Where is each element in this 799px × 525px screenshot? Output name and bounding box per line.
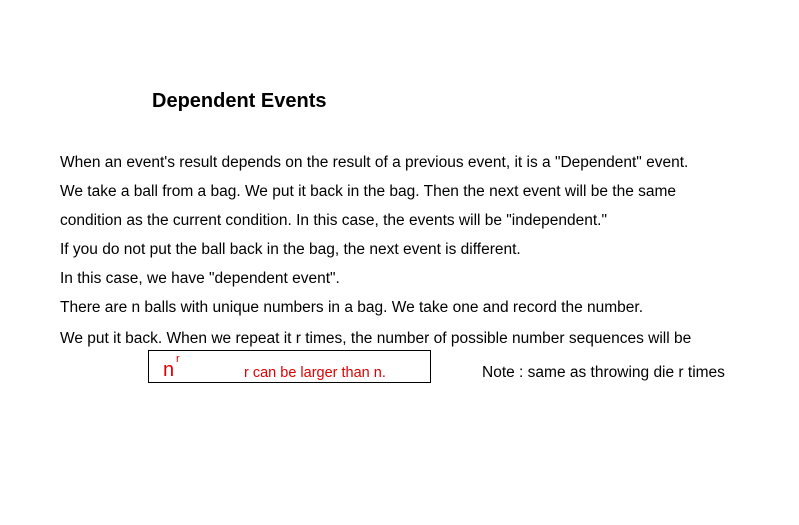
paragraph-line-4: If you do not put the ball back in the b…	[60, 241, 521, 258]
formula-note: r can be larger than n.	[244, 365, 386, 381]
paragraph-line-1: When an event's result depends on the re…	[60, 154, 689, 171]
formula-exponent: r	[176, 353, 180, 365]
formula-base: n	[163, 359, 175, 381]
formula-box: n r r can be larger than n.	[148, 350, 431, 383]
paragraph-line-7: We put it back. When we repeat it r time…	[60, 330, 692, 347]
paragraph-line-3: condition as the current condition. In t…	[60, 212, 607, 229]
side-note: Note : same as throwing die r times	[482, 364, 725, 381]
page-title: Dependent Events	[152, 90, 327, 112]
paragraph-line-6: There are n balls with unique numbers in…	[60, 299, 644, 316]
paragraph-line-5: In this case, we have "dependent event".	[60, 270, 340, 287]
paragraph-line-2: We take a ball from a bag. We put it bac…	[60, 183, 677, 200]
